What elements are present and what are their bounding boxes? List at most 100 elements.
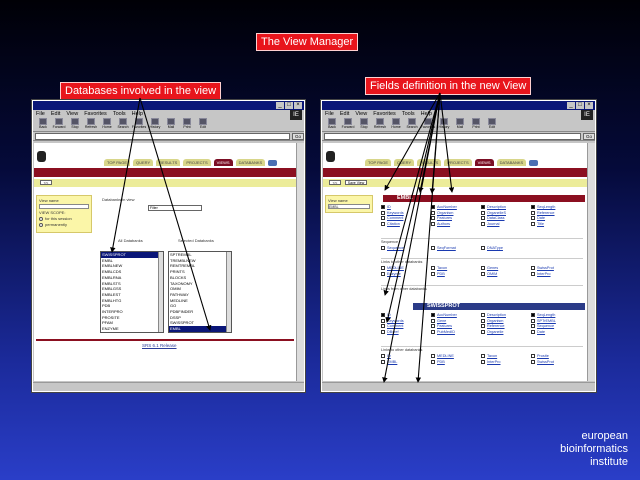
field-checkbox[interactable]: [531, 359, 535, 364]
field-label[interactable]: Taxon: [437, 266, 447, 270]
back-button[interactable]: <<: [40, 180, 52, 185]
field-option[interactable]: Description: [481, 205, 531, 209]
field-checkbox[interactable]: [381, 205, 385, 209]
field-checkbox[interactable]: [531, 354, 535, 358]
field-option[interactable]: Sequence: [531, 324, 581, 328]
all-databanks-list[interactable]: SWISSPROT EMBL EMBLNEW EMBLCDS EMBLRNA EMBLST…: [100, 251, 164, 333]
info-icon[interactable]: [529, 160, 539, 166]
field-label[interactable]: Keywords: [387, 211, 404, 215]
filter-select[interactable]: Filter: [148, 205, 202, 211]
field-option[interactable]: MEDLINE: [431, 354, 481, 358]
tab-projects[interactable]: PROJECTS: [444, 159, 472, 166]
field-checkbox[interactable]: [481, 329, 485, 334]
field-option[interactable]: Organism: [481, 318, 531, 323]
field-label[interactable]: OMIM: [487, 272, 497, 276]
field-label[interactable]: SwissProt: [537, 266, 554, 270]
scope-session-radio[interactable]: [39, 216, 43, 221]
field-label[interactable]: SeqLength: [537, 205, 555, 209]
toolbar-home-button[interactable]: Home: [100, 118, 114, 131]
field-option[interactable]: Features: [431, 216, 481, 220]
field-checkbox[interactable]: [431, 354, 435, 358]
field-checkbox[interactable]: [431, 318, 435, 323]
field-label[interactable]: Genes: [487, 266, 498, 270]
field-option[interactable]: OMIM: [481, 271, 531, 276]
tab-top-page[interactable]: TOP PAGE: [104, 159, 131, 166]
field-option[interactable]: Genes: [481, 266, 531, 270]
maximize-button[interactable]: □: [576, 102, 584, 109]
field-checkbox[interactable]: [381, 318, 385, 323]
field-checkbox[interactable]: [481, 313, 485, 317]
field-label[interactable]: Prosite: [537, 354, 549, 358]
close-button[interactable]: ×: [585, 102, 593, 109]
menu-edit[interactable]: Edit: [51, 110, 60, 118]
field-label[interactable]: Sequence: [537, 324, 554, 328]
field-checkbox[interactable]: [431, 266, 435, 270]
field-checkbox[interactable]: [381, 324, 385, 328]
toolbar-back-button[interactable]: Back: [325, 118, 339, 131]
menu-view[interactable]: View: [355, 110, 367, 118]
field-checkbox[interactable]: [381, 210, 385, 215]
toolbar-favorites-button[interactable]: Favorites: [421, 118, 435, 131]
field-checkbox[interactable]: [381, 359, 385, 364]
field-checkbox[interactable]: [381, 216, 385, 220]
go-button[interactable]: Go: [583, 132, 595, 140]
field-option[interactable]: Keywords: [381, 318, 431, 323]
field-option[interactable]: Authors: [431, 221, 481, 226]
back-button[interactable]: <<: [329, 180, 341, 185]
field-option[interactable]: Citation: [381, 221, 431, 226]
field-label[interactable]: MEDLINE: [437, 354, 454, 358]
toolbar-edit-button[interactable]: Edit: [196, 118, 210, 131]
field-checkbox[interactable]: [431, 210, 435, 215]
field-checkbox[interactable]: [481, 354, 485, 358]
view-name-input[interactable]: [39, 204, 89, 209]
field-option[interactable]: OrganelleS: [481, 210, 531, 215]
field-option[interactable]: AccNumber: [431, 205, 481, 209]
field-checkbox[interactable]: [481, 221, 485, 226]
toolbar-favorites-button[interactable]: Favorites: [132, 118, 146, 131]
field-label[interactable]: Organism: [487, 319, 503, 323]
field-checkbox[interactable]: [481, 359, 485, 364]
tab-top-page[interactable]: TOP PAGE: [365, 159, 392, 166]
field-label[interactable]: Reference: [537, 211, 555, 215]
field-option[interactable]: SeqLength: [531, 205, 581, 209]
minimize-button[interactable]: _: [276, 102, 284, 109]
field-checkbox[interactable]: [431, 359, 435, 364]
footer-link[interactable]: SRS 6.1 Release: [142, 343, 177, 348]
field-option[interactable]: Title: [531, 221, 581, 226]
field-label[interactable]: SeqLength: [537, 313, 555, 317]
field-checkbox[interactable]: [431, 271, 435, 276]
list-item[interactable]: ENZYME: [101, 326, 163, 332]
field-option[interactable]: SPTrEMBL: [531, 318, 581, 323]
tab-results[interactable]: RESULTS: [156, 159, 181, 166]
tab-databanks[interactable]: DATABANKS: [496, 159, 527, 166]
field-checkbox[interactable]: [431, 313, 435, 317]
field-checkbox[interactable]: [481, 205, 485, 209]
info-icon[interactable]: [268, 160, 278, 166]
field-label[interactable]: Comment: [387, 324, 403, 328]
field-label[interactable]: Features: [437, 216, 452, 220]
field-option[interactable]: DataClass: [481, 216, 531, 220]
menu-file[interactable]: File: [36, 110, 45, 118]
field-option[interactable]: SwissProt: [531, 266, 581, 270]
field-option[interactable]: PDB: [431, 271, 481, 276]
toolbar-history-button[interactable]: History: [437, 118, 451, 131]
toolbar-search-button[interactable]: Search: [405, 118, 419, 131]
field-option[interactable]: SwissProt: [531, 359, 581, 364]
field-label[interactable]: Sequence: [387, 246, 404, 250]
field-label[interactable]: Date: [537, 216, 545, 220]
menu-edit[interactable]: Edit: [340, 110, 349, 118]
minimize-button[interactable]: _: [567, 102, 575, 109]
field-option[interactable]: Features: [431, 324, 481, 328]
field-checkbox[interactable]: [431, 246, 435, 250]
field-label[interactable]: OrganelleS: [487, 211, 506, 215]
menu-file[interactable]: File: [325, 110, 334, 118]
list-scrollbar[interactable]: [158, 252, 163, 332]
address-input[interactable]: [324, 132, 581, 140]
toolbar-print-button[interactable]: Print: [469, 118, 483, 131]
field-checkbox[interactable]: [381, 246, 385, 250]
field-checkbox[interactable]: [381, 266, 385, 270]
field-checkbox[interactable]: [481, 318, 485, 323]
field-checkbox[interactable]: [531, 266, 535, 270]
field-label[interactable]: AccNumber: [437, 313, 457, 317]
menu-tools[interactable]: Tools: [402, 110, 415, 118]
